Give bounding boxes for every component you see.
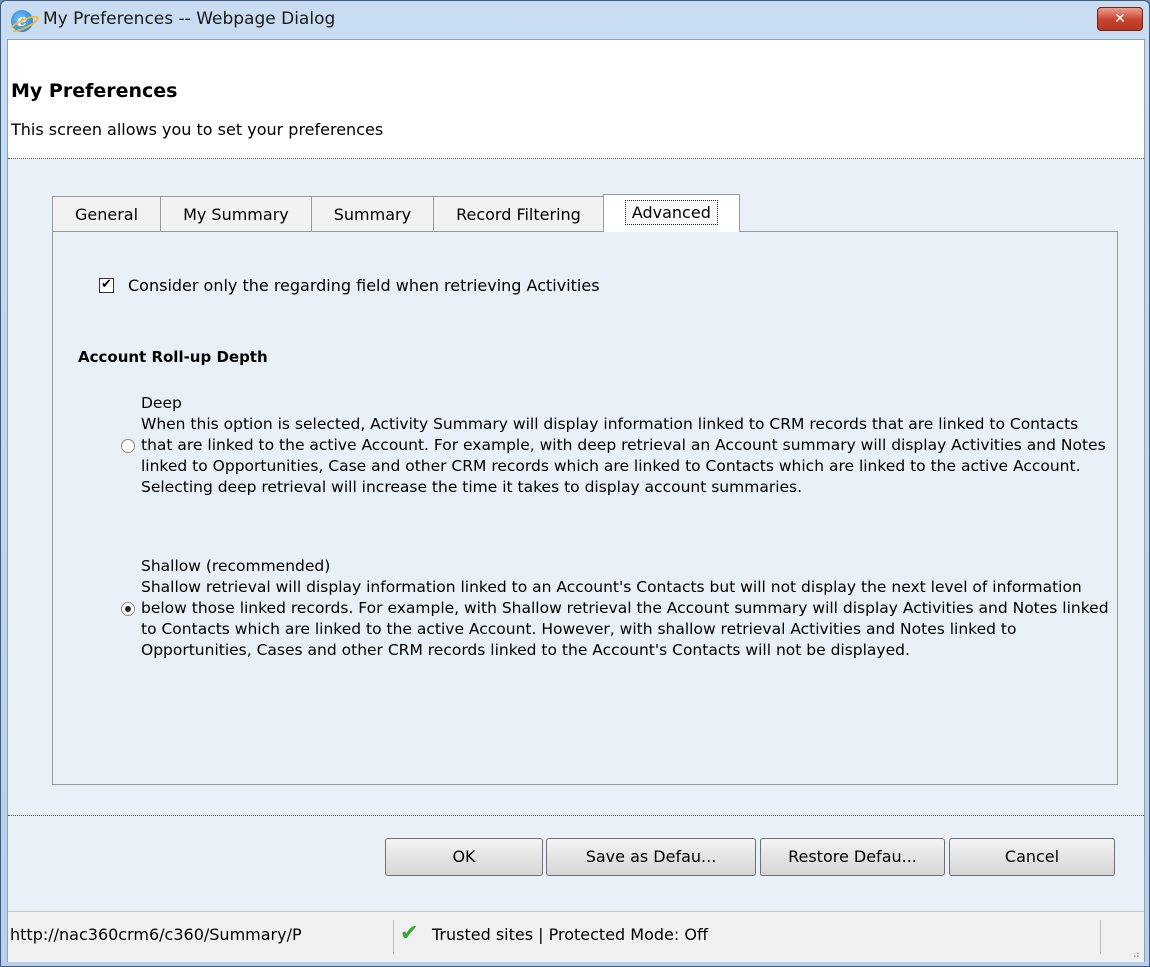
tab-record-filtering[interactable]: Record Filtering [433,196,604,232]
dialog-client-area: My Preferences This screen allows you to… [7,39,1145,962]
rollup-depth-heading: Account Roll-up Depth [78,348,268,366]
grip-divider [1100,920,1101,954]
preferences-body: General My Summary Summary Record Filter… [8,159,1144,815]
regarding-field-label: Consider only the regarding field when r… [128,276,600,295]
deep-option-title: Deep [141,394,182,412]
tab-strip: General My Summary Summary Record Filter… [52,194,740,232]
window-title: My Preferences -- Webpage Dialog [43,9,336,29]
deep-option-description: When this option is selected, Activity S… [141,415,1106,496]
trusted-check-icon: ✔ [400,921,419,946]
cancel-button[interactable]: Cancel [949,838,1115,876]
button-bar: OK Save as Defau... Restore Defau... Can… [8,816,1144,911]
shallow-radio[interactable] [121,601,135,616]
close-button[interactable]: ✕ [1097,7,1143,31]
rollup-option-shallow: Shallow (recommended) Shallow retrieval … [121,556,1111,661]
status-bar: http://nac360crm6/c360/Summary/P ✔ Trust… [8,911,1144,962]
status-url: http://nac360crm6/c360/Summary/P [10,925,302,944]
tab-advanced[interactable]: Advanced [602,194,740,232]
regarding-field-option: ✔ Consider only the regarding field when… [99,276,600,295]
page-subtitle: This screen allows you to set your prefe… [11,120,384,139]
page-header: My Preferences This screen allows you to… [8,40,1144,158]
tab-general[interactable]: General [52,196,162,232]
status-divider [393,920,394,954]
advanced-tab-panel: ✔ Consider only the regarding field when… [52,231,1118,785]
close-icon: ✕ [1114,11,1126,27]
regarding-field-checkbox[interactable]: ✔ [99,278,114,293]
tab-summary[interactable]: Summary [310,196,435,232]
page-title: My Preferences [11,80,178,102]
tab-my-summary[interactable]: My Summary [160,196,312,232]
restore-default-button[interactable]: Restore Defau... [760,838,945,876]
shallow-option-text: Shallow (recommended) Shallow retrieval … [141,556,1111,661]
shallow-option-description: Shallow retrieval will display informati… [141,578,1109,659]
deep-radio[interactable] [121,438,135,453]
ok-button[interactable]: OK [385,838,543,876]
ie-icon: e [11,10,33,32]
title-bar[interactable]: e My Preferences -- Webpage Dialog ✕ [1,1,1149,39]
security-zone-text[interactable]: Trusted sites | Protected Mode: Off [432,925,708,944]
deep-option-text: Deep When this option is selected, Activ… [141,393,1111,498]
resize-grip-icon[interactable]: ⣠ [1133,948,1140,958]
dialog-window: e My Preferences -- Webpage Dialog ✕ My … [0,0,1150,967]
save-as-default-button[interactable]: Save as Defau... [546,838,756,876]
rollup-option-deep: Deep When this option is selected, Activ… [121,393,1111,498]
shallow-option-title: Shallow (recommended) [141,557,331,575]
